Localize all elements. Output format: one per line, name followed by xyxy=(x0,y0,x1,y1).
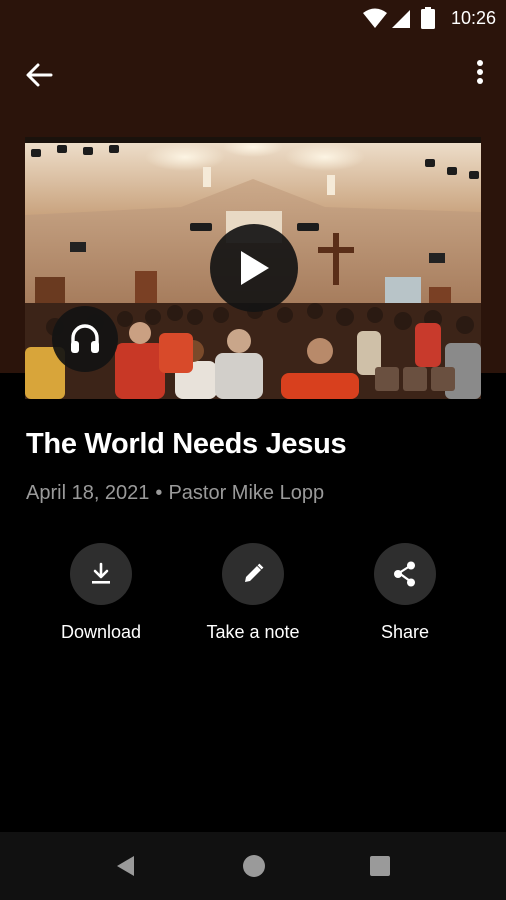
download-circle[interactable] xyxy=(70,543,132,605)
sermon-meta: April 18, 2021 • Pastor Mike Lopp xyxy=(26,482,324,505)
wifi-icon xyxy=(363,8,387,28)
nav-back-icon xyxy=(117,856,134,876)
download-icon xyxy=(92,562,110,584)
play-icon xyxy=(241,251,269,285)
download-button[interactable]: Download xyxy=(26,543,176,653)
take-note-button[interactable]: Take a note xyxy=(178,543,328,653)
share-button[interactable]: Share xyxy=(330,543,480,653)
share-circle[interactable] xyxy=(374,543,436,605)
arrow-back-icon xyxy=(26,63,53,87)
battery-icon xyxy=(421,7,435,29)
play-button[interactable] xyxy=(210,224,298,312)
nav-back-button[interactable] xyxy=(112,852,140,880)
more-vert-icon xyxy=(477,60,483,84)
more-options-button[interactable] xyxy=(468,58,492,92)
download-label: Download xyxy=(60,622,142,642)
pencil-icon xyxy=(245,563,264,582)
status-bar: 10:26 xyxy=(0,0,506,36)
nav-recents-button[interactable] xyxy=(366,852,394,880)
headphones-icon xyxy=(71,324,99,353)
audio-button[interactable] xyxy=(52,306,118,372)
sermon-title: The World Needs Jesus xyxy=(26,428,347,460)
sermon-date: April 18, 2021 xyxy=(26,482,150,504)
app-bar xyxy=(0,36,506,112)
take-note-label: Take a note xyxy=(206,622,300,642)
back-button[interactable] xyxy=(22,58,56,92)
share-label: Share xyxy=(380,622,430,642)
nav-home-button[interactable] xyxy=(240,852,268,880)
system-nav-bar xyxy=(0,832,506,900)
sermon-media[interactable] xyxy=(25,137,481,399)
sermon-speaker: Pastor Mike Lopp xyxy=(168,482,325,504)
take-note-circle[interactable] xyxy=(222,543,284,605)
status-time: 10:26 xyxy=(450,8,496,28)
cell-signal-icon xyxy=(392,10,410,28)
nav-home-icon xyxy=(243,855,265,877)
nav-recents-icon xyxy=(370,856,390,876)
share-icon xyxy=(394,561,415,587)
meta-separator: • xyxy=(155,482,163,504)
